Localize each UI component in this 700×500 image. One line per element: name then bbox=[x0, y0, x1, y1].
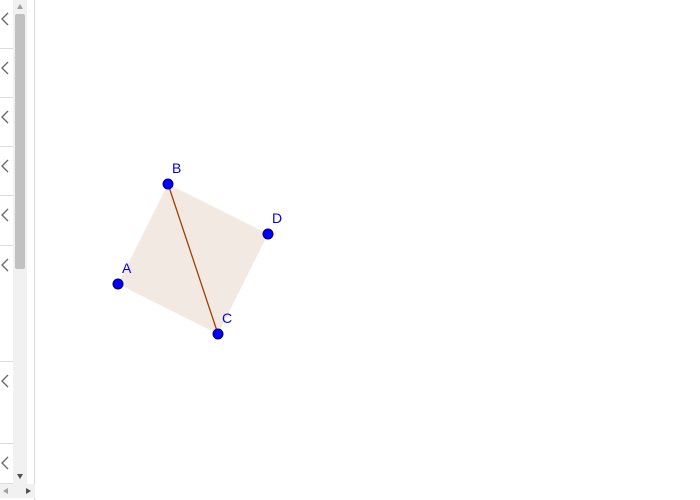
chevron-left-icon[interactable] bbox=[0, 159, 10, 173]
scroll-up-arrow-icon[interactable] bbox=[16, 3, 24, 11]
point-D[interactable] bbox=[262, 228, 274, 240]
point-label-C: C bbox=[222, 310, 232, 326]
scroll-right-arrow-icon[interactable] bbox=[24, 487, 32, 495]
point-B[interactable] bbox=[162, 178, 174, 190]
horizontal-scrollbar[interactable] bbox=[0, 484, 35, 498]
algebra-row[interactable] bbox=[0, 147, 13, 196]
algebra-row[interactable] bbox=[0, 246, 13, 362]
chevron-left-icon[interactable] bbox=[0, 110, 10, 124]
point-A[interactable] bbox=[112, 278, 124, 290]
algebra-row[interactable] bbox=[0, 49, 13, 98]
vertical-scrollbar[interactable] bbox=[13, 0, 27, 484]
chevron-left-icon[interactable] bbox=[0, 208, 10, 222]
geometry-canvas[interactable]: A B C D bbox=[36, 0, 700, 500]
algebra-row[interactable] bbox=[0, 98, 13, 147]
chevron-left-icon[interactable] bbox=[0, 258, 10, 272]
point-label-D: D bbox=[272, 210, 282, 226]
scroll-left-arrow-icon[interactable] bbox=[2, 487, 10, 495]
algebra-row[interactable] bbox=[0, 196, 13, 246]
chevron-left-icon[interactable] bbox=[0, 12, 10, 26]
scroll-down-arrow-icon[interactable] bbox=[16, 472, 24, 480]
chevron-left-icon[interactable] bbox=[0, 61, 10, 75]
point-label-A: A bbox=[122, 260, 132, 276]
point-C[interactable] bbox=[212, 328, 224, 340]
algebra-view bbox=[0, 0, 35, 500]
algebra-row[interactable] bbox=[0, 444, 13, 484]
chevron-left-icon[interactable] bbox=[0, 374, 10, 388]
algebra-row[interactable] bbox=[0, 362, 13, 444]
graphics-view[interactable]: A B C D bbox=[36, 0, 700, 500]
algebra-row[interactable] bbox=[0, 0, 13, 49]
point-label-B: B bbox=[172, 160, 181, 176]
scrollbar-thumb[interactable] bbox=[15, 14, 25, 269]
chevron-left-icon[interactable] bbox=[0, 456, 10, 470]
